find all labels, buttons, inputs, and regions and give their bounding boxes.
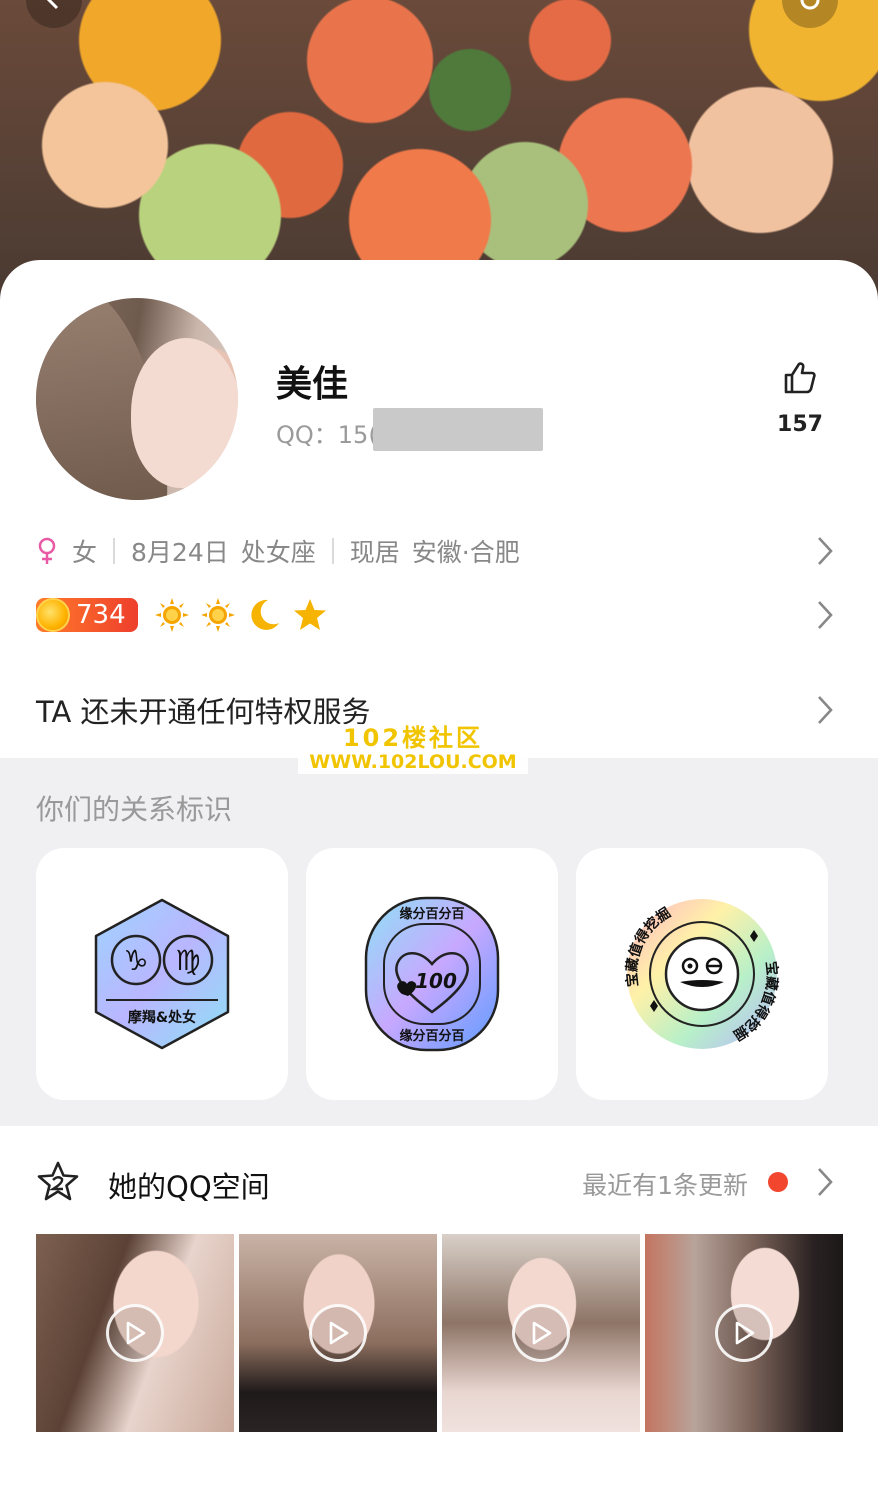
- qq-number: QQ：15(: [276, 421, 378, 449]
- qq-space-thumbnails: [36, 1234, 843, 1432]
- basic-info-row[interactable]: 女 8月24日 处女座 现居 安徽·合肥: [36, 526, 834, 576]
- qq-space-section: 她的QQ空间 最近有1条更新: [0, 1126, 878, 1500]
- watermark-line1: 102楼社区: [342, 724, 484, 752]
- gender-text: 女: [72, 538, 98, 567]
- gear-icon: [800, 0, 820, 10]
- settings-button[interactable]: [782, 0, 838, 28]
- site-watermark: 102楼社区 WWW.102LOU.COM: [298, 724, 528, 774]
- profile-name: 美佳: [276, 364, 349, 405]
- location-text: 安徽·合肥: [411, 538, 520, 567]
- level-value: 734: [76, 600, 126, 630]
- video-thumbnail[interactable]: [36, 1234, 234, 1432]
- svg-text:♍: ♍: [175, 944, 200, 977]
- fate-badge-center: 100: [415, 969, 457, 993]
- fate-badge-top-label: 缘分百分百: [399, 906, 464, 922]
- chevron-right-icon: [818, 601, 833, 629]
- fate-badge-bottom-label: 缘分百分百: [399, 1028, 464, 1044]
- relationship-badge-treasure[interactable]: 宝藏值得挖掘 宝藏值得挖掘: [576, 848, 828, 1100]
- like-count: 157: [777, 412, 823, 437]
- avatar[interactable]: [36, 298, 238, 500]
- video-thumbnail[interactable]: [239, 1234, 437, 1432]
- play-icon: [735, 1321, 755, 1345]
- star-icon: [293, 599, 326, 630]
- treasure-badge-icon: 宝藏值得挖掘 宝藏值得挖掘: [624, 899, 780, 1049]
- play-icon: [126, 1321, 146, 1345]
- qq-number-redaction: [373, 408, 543, 451]
- video-thumbnail[interactable]: [645, 1234, 843, 1432]
- level-badge: 734: [36, 598, 138, 632]
- level-coin-icon: [36, 598, 70, 632]
- chevron-right-icon[interactable]: [816, 1166, 834, 1198]
- relationship-title: 你们的关系标识: [36, 793, 233, 826]
- play-button[interactable]: [106, 1304, 164, 1362]
- back-arrow-icon: [46, 0, 59, 10]
- play-button[interactable]: [309, 1304, 367, 1362]
- sun-icon: [154, 598, 189, 632]
- play-icon: [329, 1321, 349, 1345]
- location-label: 现居: [349, 538, 400, 567]
- cover-photo[interactable]: [0, 0, 878, 300]
- svg-text:♑: ♑: [123, 944, 148, 977]
- zodiac-badge-icon: ♑ ♍ 摩羯&处女: [94, 898, 230, 1050]
- qq-space-update-text[interactable]: 最近有1条更新: [582, 1166, 748, 1202]
- heart-badge-icon: 100 缘分百分百 缘分百分百: [364, 896, 500, 1052]
- zodiac-badge-label: 摩羯&处女: [128, 1009, 196, 1026]
- relationship-badge-zodiac[interactable]: ♑ ♍ 摩羯&处女: [36, 848, 288, 1100]
- qq-space-title[interactable]: 她的QQ空间: [108, 1164, 270, 1206]
- like-button[interactable]: [778, 360, 822, 400]
- qq-space-star-icon: [36, 1160, 80, 1208]
- profile-card: 美佳 QQ：15( 157 女 8月24日 处女座 现居 安徽·合肥 734 T…: [0, 260, 878, 758]
- chevron-right-icon: [818, 537, 833, 565]
- play-icon: [532, 1321, 552, 1345]
- play-button[interactable]: [512, 1304, 570, 1362]
- female-icon: [38, 537, 56, 564]
- sun-icon: [200, 598, 235, 632]
- zodiac-text: 处女座: [240, 538, 316, 567]
- watermark-line2: WWW.102LOU.COM: [309, 751, 517, 773]
- chevron-right-icon: [818, 696, 833, 724]
- birthday-text: 8月24日: [131, 538, 229, 567]
- update-dot: [768, 1172, 788, 1192]
- moon-icon: [251, 599, 279, 630]
- relationship-badge-fate[interactable]: 100 缘分百分百 缘分百分百: [306, 848, 558, 1100]
- level-row[interactable]: 734: [36, 590, 834, 640]
- back-button[interactable]: [26, 0, 82, 28]
- play-button[interactable]: [715, 1304, 773, 1362]
- video-thumbnail[interactable]: [442, 1234, 640, 1432]
- thumbs-up-icon: [784, 362, 816, 394]
